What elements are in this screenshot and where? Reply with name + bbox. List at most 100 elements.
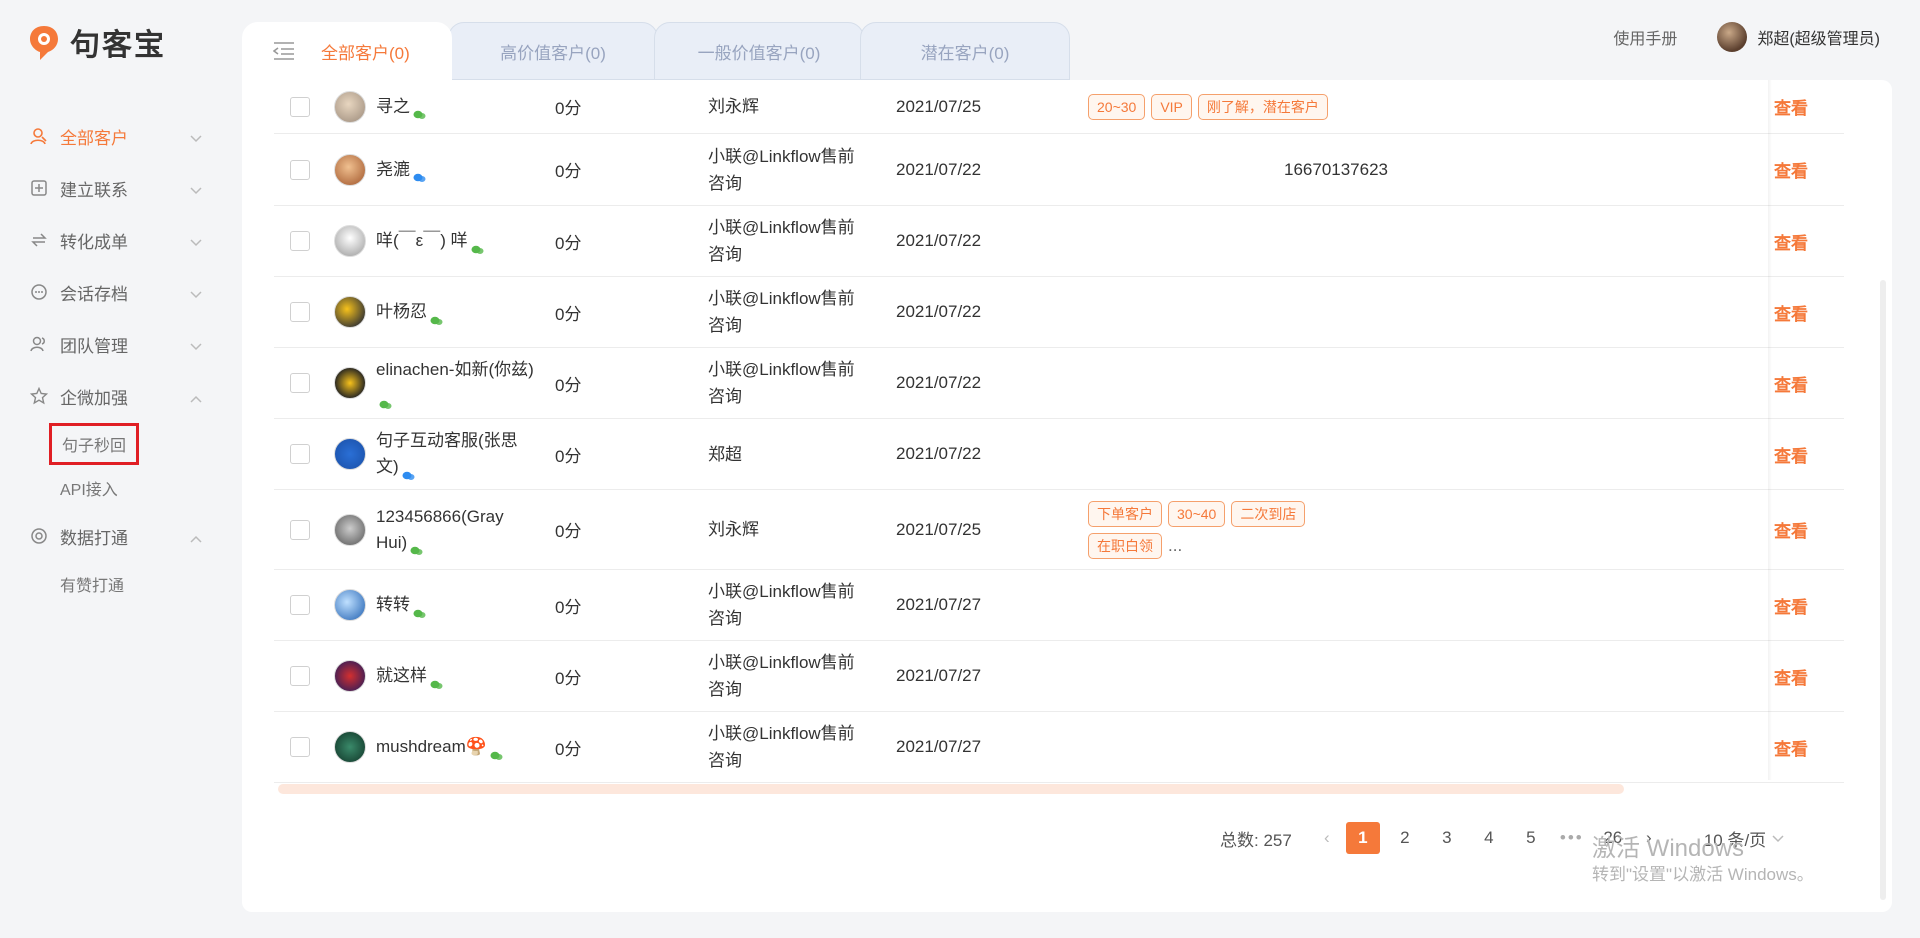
sidebar-subitem-api[interactable]: API接入 [0,466,230,510]
customer-tag: VIP [1151,93,1192,120]
view-button[interactable]: 查看 [1774,735,1808,760]
avatar [334,513,366,546]
customer-name[interactable]: 叶杨忍 [376,302,427,321]
row-checkbox[interactable] [290,96,310,117]
owner-name: 小联@Linkflow售前咨询 [708,360,855,406]
sidebar-item-label: 会话存档 [60,284,128,304]
add-date: 2021/07/27 [896,595,982,614]
customer-name[interactable]: 句子互动客服(张思文) [376,431,518,476]
tab-normal-value[interactable]: 一般价值客户(0) [654,22,864,80]
tab-high-value[interactable]: 高价值客户(0) [448,22,658,80]
tab-all-customers[interactable]: 全部客户(0) [242,22,452,80]
customer-name[interactable]: 就这样 [376,666,427,685]
sidebar-item-conversion[interactable]: 转化成单 [0,214,230,266]
avatar [1717,22,1748,52]
table-row: mushdream🍄 0分 小联@Linkflow售前咨询 2021/07/27… [274,712,1844,783]
sidebar-item-label: 转化成单 [60,232,128,252]
customer-score: 0分 [555,522,582,541]
row-checkbox[interactable] [290,444,310,464]
user-name: 郑超(超级管理员) [1757,31,1880,48]
row-checkbox[interactable] [290,373,310,393]
team-icon [28,333,50,355]
customer-score: 0分 [555,375,582,395]
sidebar-item-build-contact[interactable]: 建立联系 [0,162,230,214]
table-row: 转转 0分 小联@Linkflow售前咨询 2021/07/27 查看 [274,570,1844,641]
add-date: 2021/07/22 [896,231,982,250]
menu-fold-icon[interactable] [272,41,295,66]
sidebar-subitem-quick-reply[interactable]: 句子秒回 [0,422,230,466]
sidebar-nav: 全部客户 建立联系 转化成单 会话存档 团队管理 企微加强 句子秒回 API接入… [0,110,230,606]
customer-name[interactable]: 123456866(Gray Hui) [376,507,504,552]
page-5[interactable]: 5 [1514,822,1548,854]
avatar [334,153,366,186]
add-date: 2021/07/22 [896,302,982,321]
prev-page-icon[interactable]: ‹ [1312,828,1342,848]
customer-table-card: 寻之 0分 刘永辉 2021/07/25 20~30 VIP 刚了解，潜在客户 查看… [242,80,1892,912]
more-pages[interactable]: ••• [1552,828,1592,848]
watermark-title: 激活 Windows [1592,835,1745,862]
page-1[interactable]: 1 [1345,822,1380,854]
row-checkbox[interactable] [290,519,310,540]
tab-potential[interactable]: 潜在客户(0) [860,22,1070,80]
customer-icon [28,125,50,147]
highlight-box: 句子秒回 [49,423,140,465]
customer-score: 0分 [555,162,582,181]
more-tags[interactable]: ... [1168,536,1182,556]
view-button[interactable]: 查看 [1774,664,1808,689]
vertical-scrollbar[interactable] [1880,280,1886,900]
wechat-icon [430,308,443,325]
row-checkbox[interactable] [290,595,310,615]
view-button[interactable]: 查看 [1774,517,1808,542]
star-icon [28,385,50,407]
view-button[interactable]: 查看 [1774,593,1808,618]
horizontal-scrollbar[interactable] [278,784,1624,794]
customer-tag: 20~30 [1088,93,1146,120]
customer-name[interactable]: elinachen-如新(你兹) [376,360,534,379]
table-row: 句子互动客服(张思文) 0分 郑超 2021/07/22 查看 [274,419,1844,490]
wework-icon [402,463,415,480]
user-menu[interactable]: 郑超(超级管理员) [1717,22,1880,52]
chevron-down-icon [190,284,202,304]
customer-name[interactable]: 咩(￣ε￣) 咩 [376,231,468,250]
avatar [334,589,366,621]
row-checkbox[interactable] [290,302,310,322]
topbar-right: 使用手册 郑超(超级管理员) [1613,22,1880,52]
page-3[interactable]: 3 [1430,822,1464,854]
row-checkbox[interactable] [290,159,310,180]
sidebar-item-data-integration[interactable]: 数据打通 [0,510,230,562]
sidebar-item-label: 数据打通 [60,528,128,548]
avatar [334,438,366,470]
wechat-icon [379,392,392,409]
customer-name[interactable]: mushdream🍄 [376,737,487,756]
page-4[interactable]: 4 [1472,822,1506,854]
customer-tabs: 全部客户(0) 高价值客户(0) 一般价值客户(0) 潜在客户(0) [242,22,1070,80]
view-button[interactable]: 查看 [1774,229,1808,254]
app-logo[interactable]: 句客宝 [28,20,166,64]
view-button[interactable]: 查看 [1774,300,1808,325]
view-button[interactable]: 查看 [1774,442,1808,467]
customer-tag: 二次到店 [1231,500,1306,527]
sidebar-item-wework-enhance[interactable]: 企微加强 [0,370,230,422]
view-button[interactable]: 查看 [1774,157,1808,182]
avatar [334,660,366,692]
sidebar-item-label: 全部客户 [60,128,128,148]
row-checkbox[interactable] [290,231,310,251]
owner-name: 刘永辉 [708,520,759,539]
view-button[interactable]: 查看 [1774,371,1808,396]
customer-name[interactable]: 转转 [376,595,410,614]
customer-name[interactable]: 寻之 [376,97,410,116]
sidebar-item-all-customers[interactable]: 全部客户 [0,110,230,162]
sidebar-item-team[interactable]: 团队管理 [0,318,230,370]
view-button[interactable]: 查看 [1774,94,1808,119]
sidebar-item-chat-archive[interactable]: 会话存档 [0,266,230,318]
wechat-icon [490,743,503,760]
sidebar-subitem-youzan[interactable]: 有赞打通 [0,562,230,606]
row-checkbox[interactable] [290,737,310,757]
avatar [334,296,366,328]
manual-link[interactable]: 使用手册 [1613,25,1677,49]
windows-activation-watermark: 激活 Windows 转到"设置"以激活 Windows。 [1592,834,1814,886]
avatar [334,90,366,123]
row-checkbox[interactable] [290,666,310,686]
customer-name[interactable]: 尧漉 [376,160,410,179]
page-2[interactable]: 2 [1388,822,1422,854]
